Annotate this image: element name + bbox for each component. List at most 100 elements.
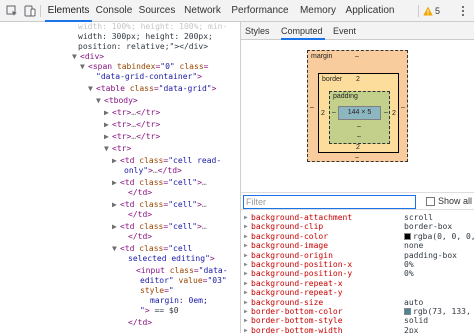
dom-node-text: ▶ <tr>…</tr> bbox=[104, 132, 160, 142]
dom-token: </td> bbox=[128, 232, 153, 241]
styles-sidebar: Styles Computed Event Listeners margin – –… bbox=[241, 22, 474, 333]
computed-property-row[interactable]: ▶ background-image none bbox=[241, 241, 474, 250]
expand-arrow-icon[interactable]: ▼ bbox=[96, 96, 104, 106]
dom-token: position: relative;"></div> bbox=[78, 42, 209, 51]
show-all-toggle[interactable]: Show all bbox=[426, 196, 472, 206]
dom-token: <tr> bbox=[112, 144, 132, 153]
dom-node-text: ▼ <div> bbox=[72, 52, 104, 62]
warning-count: 5 bbox=[435, 6, 441, 16]
expand-arrow-icon[interactable]: ▶ bbox=[244, 213, 248, 222]
collapse-arrow-icon[interactable]: ▶ bbox=[112, 156, 120, 166]
subtab-event-listeners[interactable]: Event Listeners bbox=[333, 22, 395, 54]
inspect-icon[interactable] bbox=[4, 0, 20, 22]
property-value: 2px bbox=[404, 326, 418, 333]
property-value-text: border-box bbox=[404, 222, 453, 232]
dom-node-text: ▼ <table class="data-grid"> bbox=[88, 84, 216, 94]
device-toggle-icon[interactable] bbox=[22, 0, 38, 22]
property-value: padding-box bbox=[404, 251, 457, 260]
dom-token: "cell read- bbox=[168, 156, 222, 165]
toolbar-separator bbox=[40, 5, 41, 17]
border-bottom-value: 2 bbox=[356, 144, 360, 151]
dom-node-text: width: 300px; height: 200px; bbox=[78, 32, 213, 42]
margin-right-value: – bbox=[401, 104, 405, 111]
property-value-text: rgba(0, 0, 0, bbox=[413, 231, 474, 241]
expand-arrow-icon[interactable]: ▶ bbox=[244, 269, 248, 278]
warning-counter[interactable]: 5 bbox=[423, 0, 440, 22]
computed-property-row[interactable]: ▶ background-size auto bbox=[241, 298, 474, 307]
expand-arrow-icon[interactable]: ▼ bbox=[72, 52, 80, 62]
dom-node-text: ▶ <tr>…</tr> bbox=[104, 120, 160, 130]
expand-arrow-icon[interactable]: ▼ bbox=[112, 244, 120, 254]
dom-token: style bbox=[140, 286, 165, 295]
tab-elements[interactable]: Elements bbox=[45, 0, 92, 22]
dom-token: class bbox=[139, 156, 164, 165]
expand-arrow-icon[interactable]: ▶ bbox=[244, 232, 248, 241]
subtab-styles[interactable]: Styles bbox=[245, 22, 275, 40]
expand-arrow-icon[interactable]: ▶ bbox=[244, 241, 248, 250]
dom-node-text: "data-grid-container"> bbox=[96, 72, 202, 82]
expand-arrow-icon[interactable]: ▶ bbox=[244, 288, 248, 297]
tab-performance[interactable]: Performance bbox=[228, 0, 292, 22]
expand-arrow-icon[interactable]: ▶ bbox=[244, 279, 248, 288]
elements-tree[interactable]: width: 100%; height: 100%; min-width: 30… bbox=[0, 22, 240, 333]
property-value: scroll bbox=[404, 213, 433, 222]
collapse-arrow-icon[interactable]: ▶ bbox=[104, 132, 112, 142]
computed-property-row[interactable]: ▶ background-position-x 0% bbox=[241, 260, 474, 269]
collapse-arrow-icon[interactable]: ▶ bbox=[112, 178, 120, 188]
expand-arrow-icon[interactable]: ▶ bbox=[244, 316, 248, 325]
tab-sources[interactable]: Sources bbox=[137, 0, 177, 22]
more-icon[interactable] bbox=[456, 0, 470, 22]
property-name: background-image bbox=[251, 241, 329, 251]
dom-token: </td> bbox=[128, 318, 153, 327]
computed-property-row[interactable]: ▶ background-origin padding-box bbox=[241, 251, 474, 260]
computed-property-row[interactable]: ▶ border-bottom-style solid bbox=[241, 316, 474, 325]
dom-node-text: ▼ <span tabindex="0" class= bbox=[80, 62, 208, 72]
computed-property-row[interactable]: ▶ background-repeat-x bbox=[241, 279, 474, 288]
collapse-arrow-icon[interactable]: ▶ bbox=[112, 200, 120, 210]
expand-arrow-icon[interactable]: ▼ bbox=[104, 144, 112, 154]
subtab-computed[interactable]: Computed bbox=[281, 22, 325, 40]
property-value-text: rgb(73, 133, bbox=[413, 307, 471, 316]
expand-arrow-icon[interactable]: ▼ bbox=[88, 84, 96, 94]
property-value: 0% bbox=[404, 260, 414, 269]
dom-node-text: position: relative;"></div> bbox=[78, 42, 208, 52]
color-swatch[interactable] bbox=[404, 308, 411, 315]
expand-arrow-icon[interactable]: ▼ bbox=[80, 62, 88, 72]
tab-console[interactable]: Console bbox=[94, 0, 134, 22]
expand-arrow-icon[interactable]: ▶ bbox=[244, 298, 248, 307]
tab-network[interactable]: Network bbox=[181, 0, 224, 22]
collapse-arrow-icon[interactable]: ▶ bbox=[104, 120, 112, 130]
collapse-arrow-icon[interactable]: ▶ bbox=[104, 108, 112, 118]
property-name: background-color bbox=[251, 231, 329, 241]
property-name: background-repeat-x bbox=[251, 278, 343, 288]
computed-property-row[interactable]: ▶ background-clip border-box bbox=[241, 222, 474, 231]
expand-arrow-icon[interactable]: ▶ bbox=[244, 326, 248, 333]
collapse-arrow-icon[interactable]: ▶ bbox=[112, 222, 120, 232]
expand-arrow-icon[interactable]: ▶ bbox=[244, 251, 248, 260]
padding-label: padding bbox=[333, 93, 358, 100]
property-value: border-box bbox=[404, 222, 452, 231]
expand-arrow-icon[interactable]: ▶ bbox=[244, 222, 248, 231]
tab-application[interactable]: Application bbox=[344, 0, 396, 22]
property-value: rgba(0, 0, 0, bbox=[404, 232, 474, 241]
tab-memory[interactable]: Memory bbox=[296, 0, 340, 22]
dom-token: </tr> bbox=[136, 120, 161, 129]
box-model-content: 144 × 5 bbox=[338, 106, 381, 120]
filter-input[interactable]: Filter bbox=[243, 195, 416, 209]
computed-property-row[interactable]: ▶ background-attachment scroll bbox=[241, 213, 474, 222]
show-all-checkbox[interactable] bbox=[426, 196, 435, 206]
computed-property-row[interactable]: ▶ border-bottom-width 2px bbox=[241, 326, 474, 333]
dom-node-text: margin: 0em; bbox=[150, 296, 208, 306]
computed-property-row[interactable]: ▶ background-color rgba(0, 0, 0, bbox=[241, 232, 474, 241]
border-right-value: 2 bbox=[392, 110, 396, 117]
dom-node-text: ▼ <tbody> bbox=[96, 96, 138, 106]
property-value-text: 0% bbox=[404, 269, 414, 279]
computed-property-row[interactable]: ▶ border-bottom-color rgb(73, 133, bbox=[241, 307, 474, 316]
color-swatch[interactable] bbox=[404, 232, 411, 240]
computed-property-row[interactable]: ▶ background-position-y 0% bbox=[241, 269, 474, 278]
expand-arrow-icon[interactable]: ▶ bbox=[244, 260, 248, 269]
computed-property-row[interactable]: ▶ background-repeat-y bbox=[241, 288, 474, 297]
dom-node-text: style=" bbox=[140, 286, 174, 296]
dom-token: width: 100%; height: 100%; min- bbox=[78, 22, 228, 31]
expand-arrow-icon[interactable]: ▶ bbox=[244, 307, 248, 316]
